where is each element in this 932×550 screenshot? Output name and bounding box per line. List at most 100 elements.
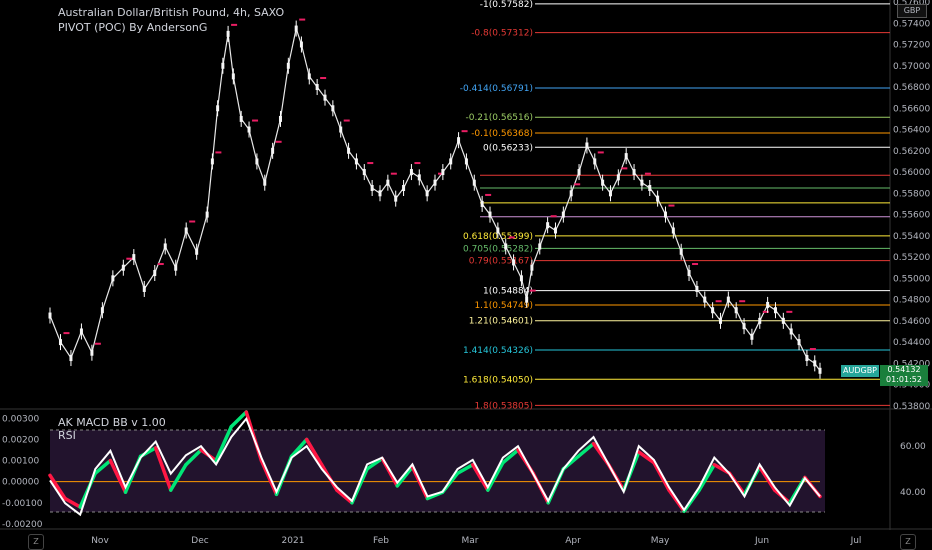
macd-title[interactable]: AK MACD BB v 1.00 — [58, 416, 166, 429]
candle — [323, 94, 327, 101]
candle — [402, 184, 406, 191]
fib-label: 1.618(0.54050) — [463, 375, 533, 385]
candle — [339, 126, 343, 133]
pivot-marker — [485, 193, 492, 196]
candle — [370, 184, 374, 191]
candle — [100, 307, 104, 314]
rsi-tick: 40.00 — [900, 488, 926, 498]
candle — [569, 190, 573, 197]
price-tick: 0.57000 — [893, 62, 930, 72]
candle — [546, 222, 550, 229]
candle — [530, 264, 534, 271]
candle — [286, 62, 290, 69]
candle — [90, 349, 94, 356]
pivot-marker — [529, 289, 536, 292]
time-tick: Mar — [462, 536, 479, 546]
time-tick: May — [651, 536, 670, 546]
candle — [742, 323, 746, 330]
price-tick: 0.55200 — [893, 253, 930, 263]
candle — [781, 317, 785, 324]
time-tick: Jul — [850, 536, 862, 546]
last-price-label: 0.54132 01:01:52 — [880, 365, 928, 386]
candle — [797, 339, 801, 346]
candle — [805, 355, 809, 362]
pivot-marker — [621, 167, 628, 170]
candle — [593, 158, 597, 165]
candle — [608, 190, 612, 197]
candle — [726, 296, 730, 303]
bar-countdown: 01:01:52 — [886, 375, 922, 384]
candle — [464, 158, 468, 165]
pivot-marker — [461, 130, 468, 133]
pivot-marker — [668, 204, 675, 207]
candle — [48, 312, 52, 319]
last-price-value: 0.54132 — [887, 365, 921, 374]
pivot-marker — [252, 119, 259, 122]
price-tick: 0.56600 — [893, 104, 930, 114]
macd-tick: -0.00100 — [2, 499, 43, 509]
candle — [519, 275, 523, 282]
candle — [362, 169, 366, 176]
candle — [718, 317, 722, 324]
fib-label: 1.1(0.54749) — [474, 301, 533, 311]
price-pane[interactable] — [0, 0, 890, 408]
zoom-right-button[interactable]: Z — [900, 534, 916, 550]
candle — [488, 211, 492, 218]
macd-tick: 0.00300 — [2, 414, 39, 424]
candle — [331, 105, 335, 112]
candle — [632, 169, 636, 176]
zoom-left-button[interactable]: Z — [28, 534, 44, 550]
pivot-marker — [275, 140, 282, 143]
rsi-title[interactable]: RSI — [58, 429, 76, 442]
fib-label: -1(0.57582) — [480, 0, 533, 10]
price-axis[interactable]: 0.576000.574000.572000.570000.568000.566… — [893, 0, 930, 412]
candle — [758, 317, 762, 324]
candle — [205, 211, 209, 218]
macd-tick: 0.00000 — [2, 478, 39, 488]
pivot-marker — [414, 162, 421, 165]
fib-label: 0.79(0.55167) — [469, 257, 533, 267]
candle — [307, 73, 311, 80]
candle — [640, 179, 644, 186]
pivot-marker — [739, 300, 746, 303]
price-chart[interactable]: -1(0.57582) -0.8(0.57312) -0.414(0.56791) -… — [0, 0, 932, 550]
pivot-marker — [390, 172, 397, 175]
fib-label: 1.8(0.53805) — [474, 401, 533, 411]
candle — [585, 142, 589, 149]
price-tick: 0.55800 — [893, 189, 930, 199]
candle — [496, 227, 500, 234]
candle — [247, 126, 251, 133]
indicator-title[interactable]: PIVOT (POC) By AndersonG — [58, 21, 207, 34]
candle — [354, 158, 358, 165]
pivot-marker — [597, 151, 604, 154]
candle — [58, 339, 62, 346]
price-tick: 0.55000 — [893, 274, 930, 284]
candle — [394, 195, 398, 202]
candle — [561, 211, 565, 218]
time-axis[interactable]: Nov Dec 2021 Feb Mar Apr May Jun Jul — [91, 536, 861, 546]
time-tick: Dec — [191, 536, 208, 546]
price-tick: 0.53800 — [893, 402, 930, 412]
candle — [624, 153, 628, 160]
candle — [433, 179, 437, 186]
candle — [216, 105, 220, 112]
price-tick: 0.55600 — [893, 211, 930, 221]
candle — [703, 296, 707, 303]
candle — [386, 179, 390, 186]
candle — [69, 355, 73, 362]
candle — [695, 285, 699, 292]
pivot-marker — [231, 23, 238, 26]
fib-label: -0.8(0.57312) — [471, 29, 533, 39]
candle — [315, 84, 319, 91]
pivot-marker — [215, 151, 222, 154]
symbol-title[interactable]: Australian Dollar/British Pound, 4h, SAX… — [58, 6, 284, 19]
candle — [195, 248, 199, 255]
candle — [231, 73, 235, 80]
pivot-marker — [157, 263, 164, 266]
time-tick: Jun — [754, 536, 769, 546]
fib-label: 1.21(0.54601) — [469, 317, 533, 327]
candle — [263, 179, 267, 186]
candle — [525, 296, 529, 303]
rsi-tick: 60.00 — [900, 442, 926, 452]
price-tick: 0.57200 — [893, 41, 930, 51]
